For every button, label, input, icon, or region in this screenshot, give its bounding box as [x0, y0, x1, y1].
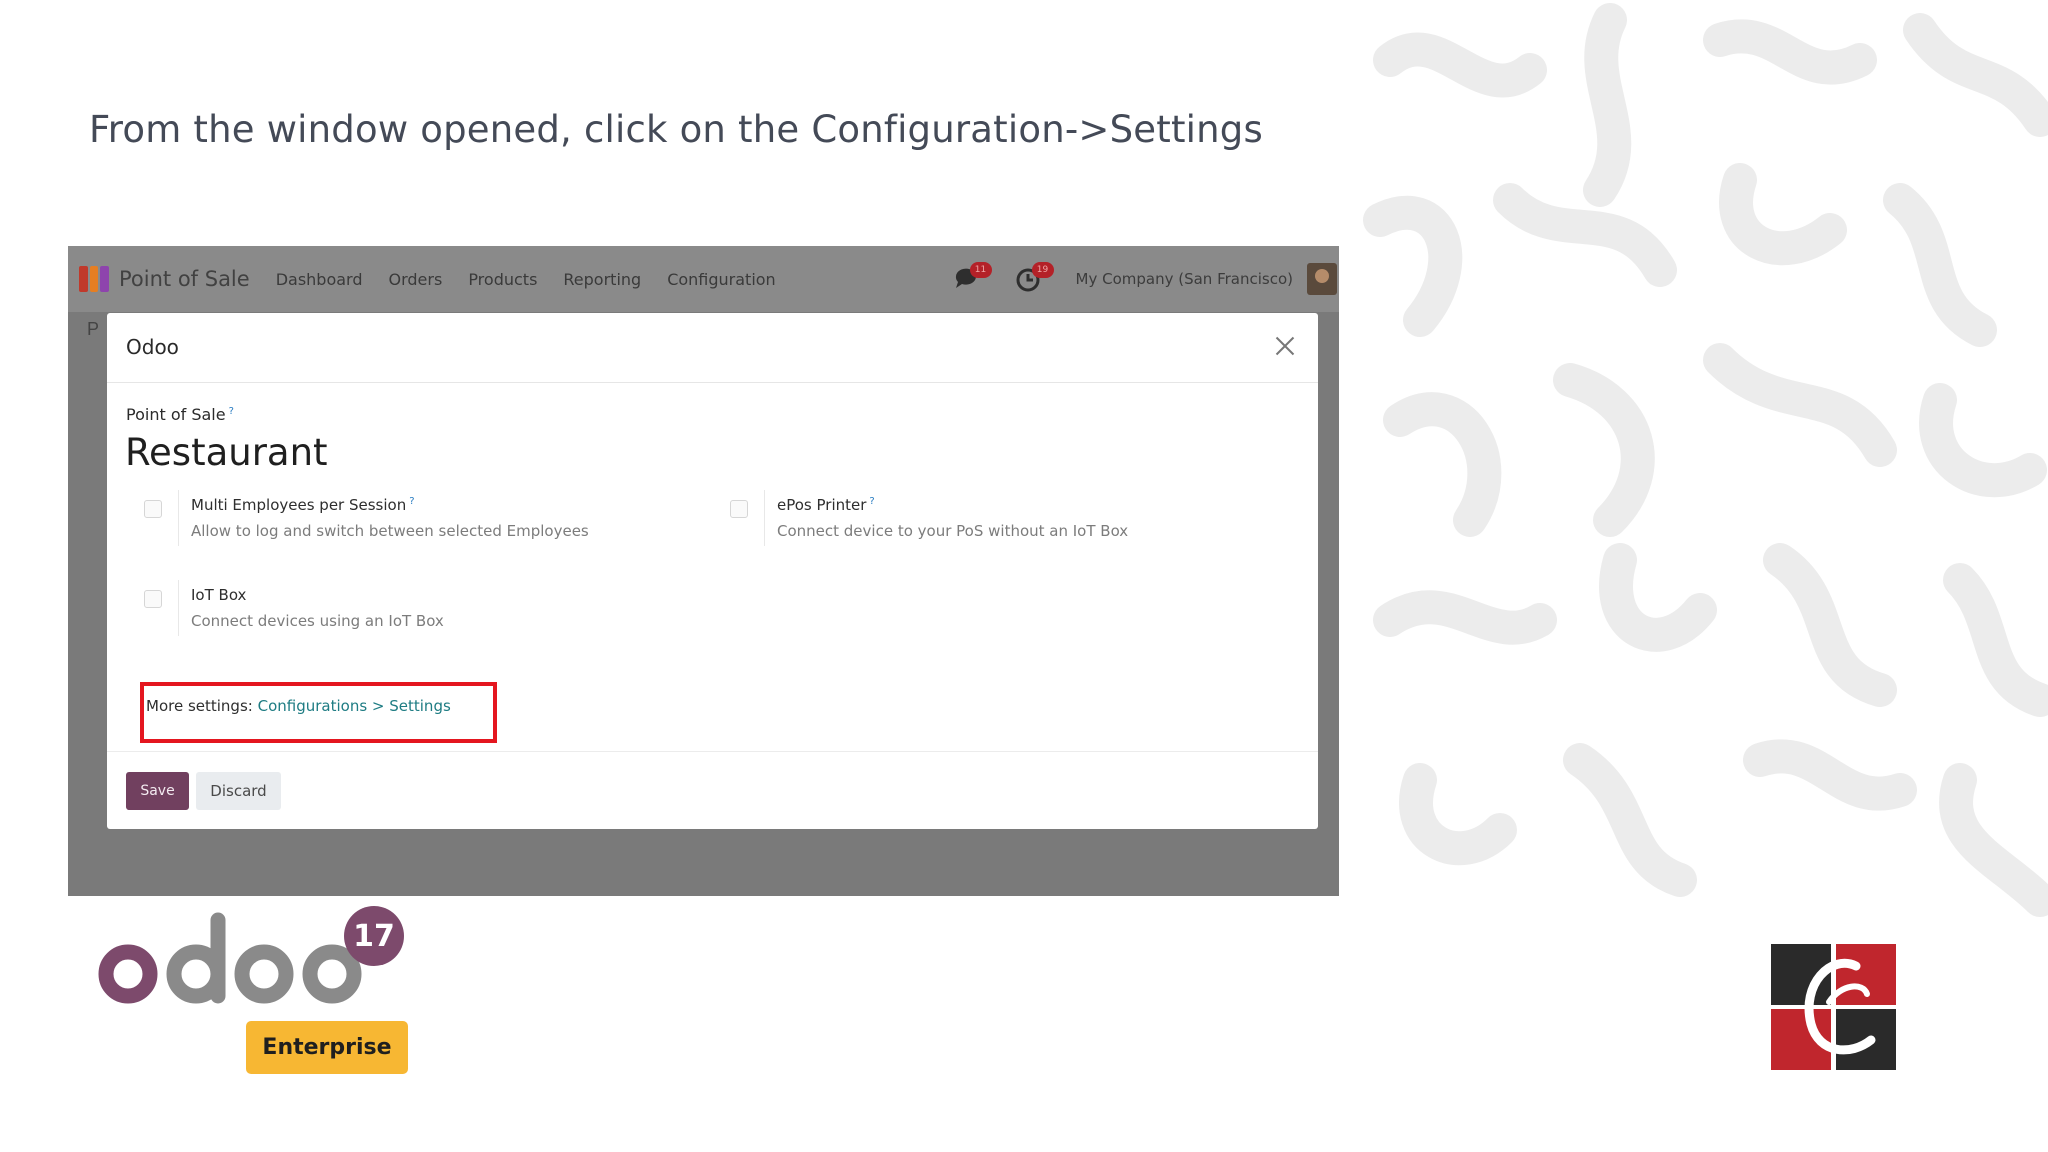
pos-field-label: Point of Sale? — [126, 405, 234, 424]
setting-description: Connect devices using an IoT Box — [191, 612, 444, 630]
dialog-title: Odoo — [126, 335, 179, 359]
setting-divider — [178, 580, 179, 636]
multi-employees-checkbox[interactable] — [144, 500, 162, 518]
background-breadcrumb: P — [87, 319, 100, 339]
dialog-header: Odoo — [107, 313, 1318, 383]
user-avatar[interactable] — [1307, 263, 1337, 295]
decorative-pattern — [1360, 0, 2048, 1152]
help-icon[interactable]: ? — [409, 496, 414, 507]
help-icon[interactable]: ? — [229, 406, 234, 417]
close-icon[interactable] — [1270, 331, 1300, 361]
company-switcher[interactable]: My Company (San Francisco) — [1076, 270, 1293, 288]
app-title[interactable]: Point of Sale — [119, 267, 250, 291]
messages-icon[interactable]: 11 — [952, 262, 992, 294]
more-settings-label: More settings: — [146, 697, 253, 715]
top-navbar: Point of Sale Dashboard Orders Products … — [68, 246, 1339, 312]
main-menu: Dashboard Orders Products Reporting Conf… — [276, 270, 776, 289]
pos-name: Restaurant — [125, 431, 328, 474]
menu-configuration[interactable]: Configuration — [667, 270, 776, 289]
menu-dashboard[interactable]: Dashboard — [276, 270, 363, 289]
iot-box-checkbox[interactable] — [144, 590, 162, 608]
menu-reporting[interactable]: Reporting — [563, 270, 641, 289]
discard-button[interactable]: Discard — [196, 772, 281, 810]
setting-description: Connect device to your PoS without an Io… — [777, 522, 1129, 540]
save-button[interactable]: Save — [126, 772, 189, 810]
more-settings-row: More settings: Configurations > Settings — [146, 697, 451, 715]
setting-divider — [764, 490, 765, 546]
activity-clock-icon[interactable]: 19 — [1014, 262, 1054, 294]
configuration-settings-link[interactable]: Configurations > Settings — [258, 697, 451, 715]
slide-heading: From the window opened, click on the Con… — [89, 108, 1263, 151]
activity-badge: 19 — [1031, 262, 1054, 278]
setting-title: IoT Box — [191, 586, 247, 604]
enterprise-badge: Enterprise — [246, 1021, 408, 1074]
setting-divider — [178, 490, 179, 546]
settings-dialog: Odoo Point of Sale? Restaurant Multi Emp… — [107, 313, 1318, 829]
setting-title-text: Multi Employees per Session — [191, 496, 407, 514]
messages-badge: 11 — [969, 262, 992, 278]
company-logo — [1771, 944, 1896, 1070]
setting-title: ePos Printer? — [777, 496, 875, 514]
systray: 11 19 My Company (San Francisco) — [952, 246, 1339, 312]
epos-printer-checkbox[interactable] — [730, 500, 748, 518]
setting-description: Allow to log and switch between selected… — [191, 522, 589, 540]
pos-label-text: Point of Sale — [126, 405, 226, 424]
odoo-screenshot: Point of Sale Dashboard Orders Products … — [68, 246, 1339, 896]
pos-app-icon[interactable] — [79, 266, 110, 292]
menu-products[interactable]: Products — [468, 270, 537, 289]
setting-title: Multi Employees per Session? — [191, 496, 415, 514]
help-icon[interactable]: ? — [869, 496, 874, 507]
dialog-footer: Save Discard — [107, 751, 1318, 829]
menu-orders[interactable]: Orders — [389, 270, 443, 289]
setting-title-text: ePos Printer — [777, 496, 867, 514]
version-badge: 17 — [344, 906, 404, 966]
